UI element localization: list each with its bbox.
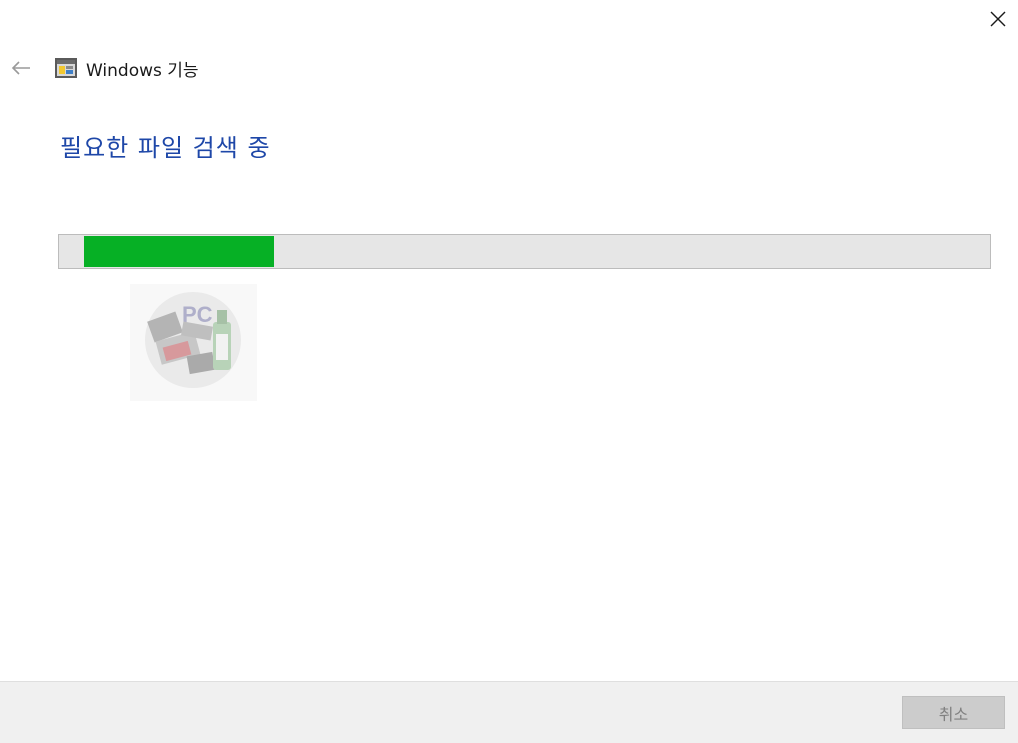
back-arrow-icon [11,61,30,75]
cancel-button[interactable]: 취소 [902,696,1005,729]
back-button[interactable] [10,57,32,79]
windows-features-icon [55,58,77,78]
progress-bar-fill [84,236,274,267]
page-title: 필요한 파일 검색 중 [60,134,271,162]
close-icon [990,11,1006,27]
dialog-footer: 취소 [0,681,1018,743]
dialog-window: Windows 기능 필요한 파일 검색 중 PC 취소 [0,0,1018,743]
dialog-title: Windows 기능 [86,60,199,81]
dialog-header: Windows 기능 [10,54,199,82]
close-button[interactable] [988,8,1008,30]
progress-bar [58,234,991,269]
watermark-logo: PC [130,284,257,401]
